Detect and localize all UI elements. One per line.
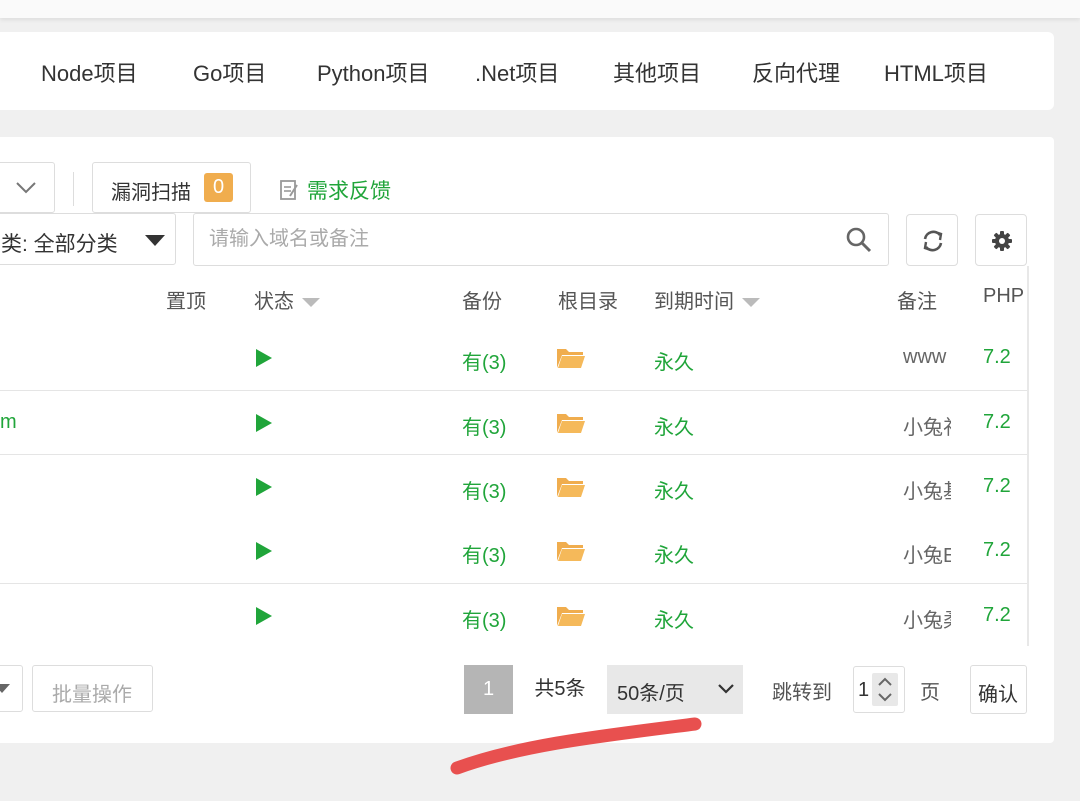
remark-value[interactable]: 小兔柔 — [903, 604, 951, 633]
pagination-total: 共5条 — [513, 665, 607, 714]
page-size-label: 50条/页 — [617, 683, 685, 705]
tab-other[interactable]: 其他项目 — [613, 56, 701, 88]
play-icon[interactable] — [256, 349, 272, 367]
table-row: 有(3) 永久 www 7.2 — [0, 326, 1027, 390]
site-name-link[interactable]: m — [0, 411, 17, 434]
col-header-pin: 置顶 — [166, 291, 206, 313]
pagination-current-page[interactable]: 1 — [464, 665, 513, 714]
php-version[interactable]: 7.2 — [983, 475, 1011, 498]
col-header-expiry[interactable]: 到期时间 — [654, 285, 760, 314]
confirm-jump-button[interactable]: 确认 — [970, 665, 1027, 714]
col-header-root-dir: 根目录 — [558, 291, 618, 313]
settings-button[interactable] — [975, 214, 1027, 266]
backup-link[interactable]: 有(3) — [462, 604, 506, 633]
expiry-value[interactable]: 永久 — [654, 539, 694, 568]
batch-action-select[interactable] — [0, 665, 23, 712]
play-icon[interactable] — [256, 542, 272, 560]
edit-note-icon — [280, 180, 298, 200]
sort-caret-icon — [742, 298, 760, 308]
backup-link[interactable]: 有(3) — [462, 411, 506, 440]
play-icon[interactable] — [256, 607, 272, 625]
chevron-down-icon — [16, 182, 36, 194]
expiry-value[interactable]: 永久 — [654, 411, 694, 440]
backup-link[interactable]: 有(3) — [462, 346, 506, 375]
expiry-value[interactable]: 永久 — [654, 604, 694, 633]
expiry-value[interactable]: 永久 — [654, 475, 694, 504]
remark-value[interactable]: 小兔基 — [903, 475, 951, 504]
folder-icon[interactable] — [556, 539, 586, 563]
folder-icon[interactable] — [556, 346, 586, 370]
folder-icon[interactable] — [556, 475, 586, 499]
page-size-select[interactable]: 50条/页 — [607, 665, 743, 714]
toolbar-divider — [73, 172, 74, 206]
jump-to-label: 跳转到 — [772, 682, 832, 704]
number-spinner[interactable] — [872, 673, 898, 706]
chevron-down-icon — [718, 684, 734, 694]
remark-value[interactable]: www — [903, 346, 951, 369]
feedback-link[interactable]: 需求反馈 — [279, 175, 391, 205]
page-unit-label: 页 — [920, 682, 940, 704]
caret-down-icon — [0, 684, 10, 693]
top-strip — [0, 0, 1080, 18]
category-select[interactable]: 类: 全部分类 — [0, 213, 176, 265]
php-version[interactable]: 7.2 — [983, 346, 1011, 369]
jump-page-input[interactable]: 1 — [853, 666, 905, 713]
col-header-expiry-label: 到期时间 — [654, 291, 734, 313]
caret-down-icon — [145, 235, 165, 246]
col-header-status[interactable]: 状态 — [254, 285, 320, 314]
tab-html[interactable]: HTML项目 — [884, 56, 988, 88]
vuln-scan-label: 漏洞扫描 — [111, 182, 191, 204]
batch-operation-button[interactable]: 批量操作 — [32, 665, 153, 712]
play-icon[interactable] — [256, 478, 272, 496]
col-header-php: PHP — [983, 285, 1025, 307]
table-row: 有(3) 永久 小兔柔 7.2 — [0, 584, 1027, 648]
remark-value[interactable]: 小兔礼 — [903, 411, 951, 440]
play-icon[interactable] — [256, 414, 272, 432]
project-tabs-bar: Node项目 Go项目 Python项目 .Net项目 其他项目 反向代理 HT… — [0, 32, 1054, 110]
vuln-count-badge: 0 — [204, 173, 233, 202]
remark-value[interactable]: 小兔E — [903, 539, 951, 568]
table-row: 有(3) 永久 小兔E 7.2 — [0, 519, 1027, 583]
sort-caret-icon — [302, 298, 320, 308]
feedback-label: 需求反馈 — [307, 180, 391, 203]
backup-link[interactable]: 有(3) — [462, 475, 506, 504]
php-version[interactable]: 7.2 — [983, 604, 1011, 627]
batch-operation-label: 批量操作 — [52, 684, 132, 706]
table-row: 有(3) 永久 小兔基 7.2 — [0, 455, 1027, 519]
tab-node[interactable]: Node项目 — [41, 56, 138, 88]
vuln-scan-button[interactable]: 漏洞扫描 0 — [92, 162, 251, 213]
gear-icon — [992, 231, 1012, 251]
backup-link[interactable]: 有(3) — [462, 539, 506, 568]
folder-icon[interactable] — [556, 604, 586, 628]
refresh-button[interactable] — [906, 214, 958, 266]
php-version[interactable]: 7.2 — [983, 539, 1011, 562]
table-header — [0, 266, 1027, 326]
tab-python[interactable]: Python项目 — [317, 56, 430, 88]
search-icon[interactable] — [845, 226, 873, 254]
search-input[interactable] — [193, 213, 889, 266]
folder-icon[interactable] — [556, 411, 586, 435]
col-header-status-label: 状态 — [254, 291, 294, 313]
php-version[interactable]: 7.2 — [983, 411, 1011, 434]
spinner-arrows-icon — [878, 677, 892, 702]
expiry-value[interactable]: 永久 — [654, 346, 694, 375]
refresh-icon — [923, 230, 943, 252]
tab-reverse-proxy[interactable]: 反向代理 — [752, 56, 840, 88]
jump-page-value: 1 — [858, 679, 870, 701]
col-header-remark: 备注 — [897, 291, 937, 313]
table-row: m 有(3) 永久 小兔礼 7.2 — [0, 391, 1027, 455]
table-scrollbar[interactable] — [1027, 266, 1029, 646]
action-select[interactable] — [0, 162, 55, 213]
tab-dotnet[interactable]: .Net项目 — [475, 56, 559, 88]
confirm-label: 确认 — [978, 684, 1018, 706]
tab-go[interactable]: Go项目 — [193, 56, 266, 88]
category-label: 类: 全部分类 — [1, 233, 118, 256]
col-header-backup: 备份 — [462, 291, 502, 313]
